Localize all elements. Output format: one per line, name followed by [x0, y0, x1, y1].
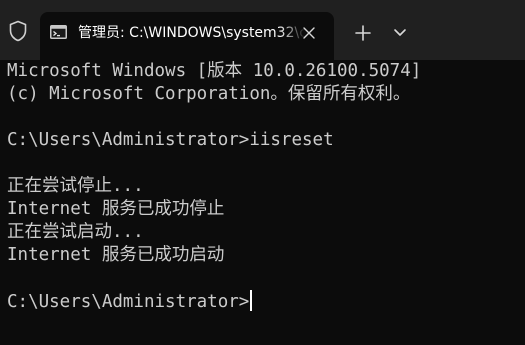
- chevron-down-icon[interactable]: [390, 22, 410, 42]
- terminal-line: C:\Users\Administrator>iisreset: [7, 130, 334, 150]
- plus-icon[interactable]: [350, 20, 376, 46]
- terminal-line: Internet 服务已成功停止: [7, 199, 225, 219]
- prompt-text: C:\Users\Administrator>: [7, 292, 250, 312]
- terminal-line: (c) Microsoft Corporation。保留所有权利。: [7, 84, 411, 104]
- terminal-line: 正在尝试停止...: [7, 176, 144, 196]
- text-cursor: [250, 290, 253, 311]
- tab-command-prompt[interactable]: 管理员: C:\WINDOWS\system32\cmd.exe: [40, 12, 334, 60]
- cmd-icon: [50, 25, 67, 39]
- tab-title: 管理员: C:\WINDOWS\system32\cmd.exe: [78, 25, 306, 41]
- prompt-line[interactable]: C:\Users\Administrator>: [7, 290, 253, 313]
- shield-icon: [9, 20, 27, 42]
- terminal-line: Internet 服务已成功启动: [7, 245, 225, 265]
- terminal-line: 正在尝试启动...: [7, 222, 144, 242]
- title-bar: 管理员: C:\WINDOWS\system32\cmd.exe: [0, 0, 525, 60]
- close-icon[interactable]: [302, 26, 316, 40]
- terminal-line: Microsoft Windows [版本 10.0.26100.5074]: [7, 61, 422, 81]
- terminal-output[interactable]: Microsoft Windows [版本 10.0.26100.5074] (…: [0, 60, 525, 345]
